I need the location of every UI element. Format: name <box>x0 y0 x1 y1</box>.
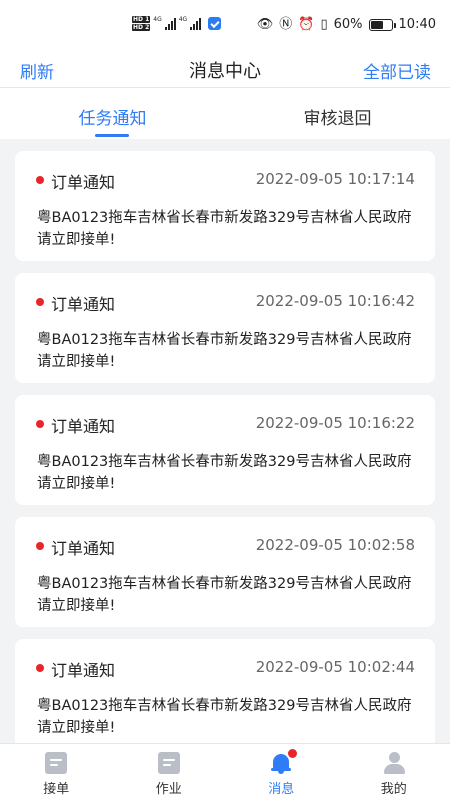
message-time: 2022-09-05 10:17:14 <box>255 170 415 188</box>
bottom-nav-tasks[interactable]: 作业 <box>113 744 226 800</box>
app-notification-icon <box>208 17 222 30</box>
nav-header: 刷新 消息中心 全部已读 <box>0 52 450 88</box>
active-tab-indicator <box>95 134 129 137</box>
bell-clapper <box>278 771 285 774</box>
message-title: 订单通知 <box>51 173 116 192</box>
message-time: 2022-09-05 10:16:22 <box>255 414 415 432</box>
message-card[interactable]: 订单通知 2022-09-05 10:16:42 粤BA0123拖车吉林省长春市… <box>15 273 435 383</box>
message-card[interactable]: 订单通知 2022-09-05 10:02:44 粤BA0123拖车吉林省长春市… <box>15 639 435 743</box>
message-card[interactable]: 订单通知 2022-09-05 10:16:22 粤BA0123拖车吉林省长春市… <box>15 395 435 505</box>
user-icon <box>383 752 405 774</box>
alarm-icon: ⏰ <box>298 16 315 32</box>
message-card[interactable]: 订单通知 2022-09-05 10:02:58 粤BA0123拖车吉林省长春市… <box>15 517 435 627</box>
message-body: 粤BA0123拖车吉林省长春市新发路329号吉林省人民政府 请立即接单! <box>37 576 412 614</box>
message-body: 粤BA0123拖车吉林省长春市新发路329号吉林省人民政府 请立即接单! <box>37 332 412 370</box>
signal-2-icon <box>190 17 202 30</box>
vibrate-icon: ▯ <box>320 16 328 32</box>
order-doc-icon <box>45 752 68 774</box>
status-right: 👁 Ⓝ ⏰ ▯ 60% 10:40 <box>257 17 436 32</box>
battery-icon <box>368 18 396 31</box>
message-title: 订单通知 <box>51 295 116 314</box>
message-body: 粤BA0123拖车吉林省长春市新发路329号吉林省人民政府 请立即接单! <box>37 454 412 492</box>
message-time: 2022-09-05 10:02:58 <box>255 536 415 554</box>
status-bar: HD 1 HD 2 4G 4G 👁 Ⓝ ⏰ ▯ 60% 10:40 <box>0 0 450 52</box>
unread-dot <box>36 298 44 306</box>
signal-1-icon <box>164 17 176 30</box>
bottom-nav-profile[interactable]: 我的 <box>338 744 450 800</box>
bottom-nav-label: 消息 <box>268 782 295 797</box>
message-list[interactable]: 订单通知 2022-09-05 10:17:14 粤BA0123拖车吉林省长春市… <box>0 139 450 743</box>
bottom-nav: 接单 作业 消息 我的 <box>0 743 450 800</box>
user-torso <box>383 764 405 774</box>
notification-badge <box>288 749 298 758</box>
bottom-nav-label: 作业 <box>155 782 182 797</box>
message-time: 2022-09-05 10:02:44 <box>255 658 415 676</box>
hd1-badge: HD 1 <box>132 16 151 23</box>
message-title: 订单通知 <box>51 539 116 558</box>
task-doc-icon <box>157 752 180 774</box>
bottom-nav-orders[interactable]: 接单 <box>0 744 113 800</box>
hd-indicator: HD 1 HD 2 <box>132 16 151 31</box>
hd2-badge: HD 2 <box>132 24 151 31</box>
unread-dot <box>36 542 44 550</box>
nfc-icon: Ⓝ <box>279 16 293 32</box>
eye-icon: 👁 <box>256 16 274 32</box>
message-title: 订单通知 <box>51 417 116 436</box>
status-time: 10:40 <box>398 17 436 32</box>
message-title: 订单通知 <box>51 661 116 680</box>
bottom-nav-messages[interactable]: 消息 <box>225 744 338 800</box>
message-card[interactable]: 订单通知 2022-09-05 10:17:14 粤BA0123拖车吉林省长春市… <box>15 151 435 261</box>
tab-review-returned[interactable]: 审核退回 <box>225 89 450 139</box>
bottom-nav-label: 接单 <box>43 782 70 797</box>
battery-percent: 60% <box>333 17 363 32</box>
user-head <box>388 752 400 763</box>
network-type-1: 4G <box>153 16 162 23</box>
status-left: HD 1 HD 2 4G 4G <box>132 16 222 31</box>
unread-dot <box>36 420 44 428</box>
bell-icon <box>270 749 298 774</box>
unread-dot <box>36 176 44 184</box>
unread-dot <box>36 664 44 672</box>
network-type-2: 4G <box>178 16 188 23</box>
message-body: 粤BA0123拖车吉林省长春市新发路329号吉林省人民政府 请立即接单! <box>37 698 412 736</box>
mark-all-read-button[interactable]: 全部已读 <box>363 58 431 83</box>
message-body: 粤BA0123拖车吉林省长春市新发路329号吉林省人民政府 请立即接单! <box>37 210 412 248</box>
tab-task-notifications[interactable]: 任务通知 <box>0 89 225 139</box>
tab-bar: 任务通知 审核退回 <box>0 89 450 139</box>
message-time: 2022-09-05 10:16:42 <box>255 292 415 310</box>
bottom-nav-label: 我的 <box>380 782 407 797</box>
